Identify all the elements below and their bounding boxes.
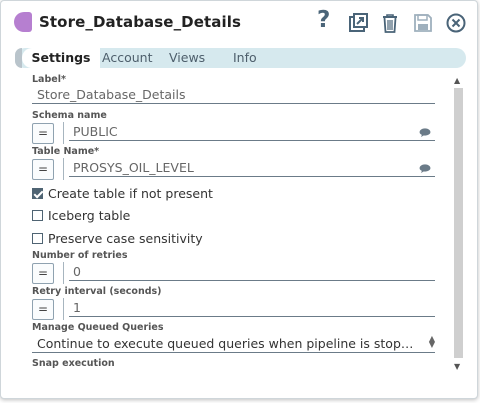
- suggest-icon[interactable]: [419, 164, 431, 173]
- schema-expression-toggle[interactable]: =: [32, 123, 54, 144]
- queued-queries-value: Continue to execute queued queries when …: [37, 336, 415, 351]
- scroll-up-icon[interactable]: ▲: [454, 76, 460, 85]
- dialog-header: Store_Database_Details ?: [1, 1, 477, 45]
- select-arrows-icon: ▲ ▼: [428, 334, 435, 349]
- form-scrollbar[interactable]: ▲ ▼: [452, 74, 464, 376]
- snap-execution-label: Snap execution: [32, 358, 115, 369]
- suggest-icon[interactable]: [419, 128, 431, 137]
- retries-divider: [63, 262, 64, 284]
- label-field-label: Label*: [32, 74, 66, 85]
- retries-input[interactable]: 0: [69, 263, 435, 281]
- create-table-text: Create table if not present: [48, 186, 213, 201]
- preserve-case-checkbox[interactable]: [32, 233, 43, 244]
- snap-settings-dialog: Store_Database_Details ? Settings Accoun…: [0, 0, 478, 399]
- help-icon[interactable]: ?: [317, 9, 339, 32]
- retry-interval-expression-toggle[interactable]: =: [32, 299, 54, 320]
- close-icon[interactable]: [445, 12, 467, 34]
- schema-name-value: PUBLIC: [73, 124, 118, 139]
- tab-views[interactable]: Views: [169, 48, 205, 68]
- retry-interval-value: 1: [73, 300, 81, 315]
- preserve-case-text: Preserve case sensitivity: [48, 231, 203, 246]
- queued-queries-label: Manage Queued Queries: [32, 322, 164, 333]
- schema-name-label: Schema name: [32, 110, 107, 121]
- tab-bar: Settings Account Views Info: [15, 48, 466, 68]
- scroll-down-icon[interactable]: ▼: [454, 362, 460, 371]
- label-input[interactable]: Store_Database_Details: [32, 86, 435, 104]
- retry-interval-input[interactable]: 1: [69, 299, 435, 317]
- tab-settings[interactable]: Settings: [22, 48, 100, 68]
- retries-value: 0: [73, 264, 81, 279]
- settings-form: Label* Store_Database_Details Schema nam…: [23, 71, 463, 375]
- save-icon[interactable]: [412, 12, 434, 34]
- table-name-label: Table Name*: [32, 146, 100, 157]
- create-table-checkbox[interactable]: [32, 188, 43, 199]
- iceberg-text: Iceberg table: [48, 208, 131, 223]
- schema-name-input[interactable]: PUBLIC: [69, 123, 435, 141]
- delete-icon[interactable]: [379, 12, 401, 34]
- tab-info[interactable]: Info: [233, 48, 257, 68]
- tab-account[interactable]: Account: [102, 48, 152, 68]
- table-name-input[interactable]: PROSYS_OIL_LEVEL: [69, 159, 435, 177]
- table-expression-toggle[interactable]: =: [32, 159, 54, 180]
- dialog-title: Store_Database_Details: [39, 13, 242, 31]
- retries-label: Number of retries: [32, 250, 128, 261]
- popout-icon[interactable]: [347, 12, 369, 34]
- queued-queries-select[interactable]: Continue to execute queued queries when …: [32, 335, 435, 353]
- retries-expression-toggle[interactable]: =: [32, 263, 54, 284]
- table-divider: [63, 158, 64, 180]
- label-input-value: Store_Database_Details: [37, 87, 186, 102]
- retry-interval-divider: [63, 298, 64, 320]
- retry-interval-label: Retry interval (seconds): [32, 286, 162, 297]
- table-name-value: PROSYS_OIL_LEVEL: [73, 160, 194, 175]
- iceberg-checkbox[interactable]: [32, 210, 43, 221]
- scrollbar-thumb[interactable]: [454, 88, 463, 358]
- schema-divider: [63, 122, 64, 144]
- tab-bar-accent: [15, 48, 22, 68]
- snap-type-icon: [14, 12, 32, 32]
